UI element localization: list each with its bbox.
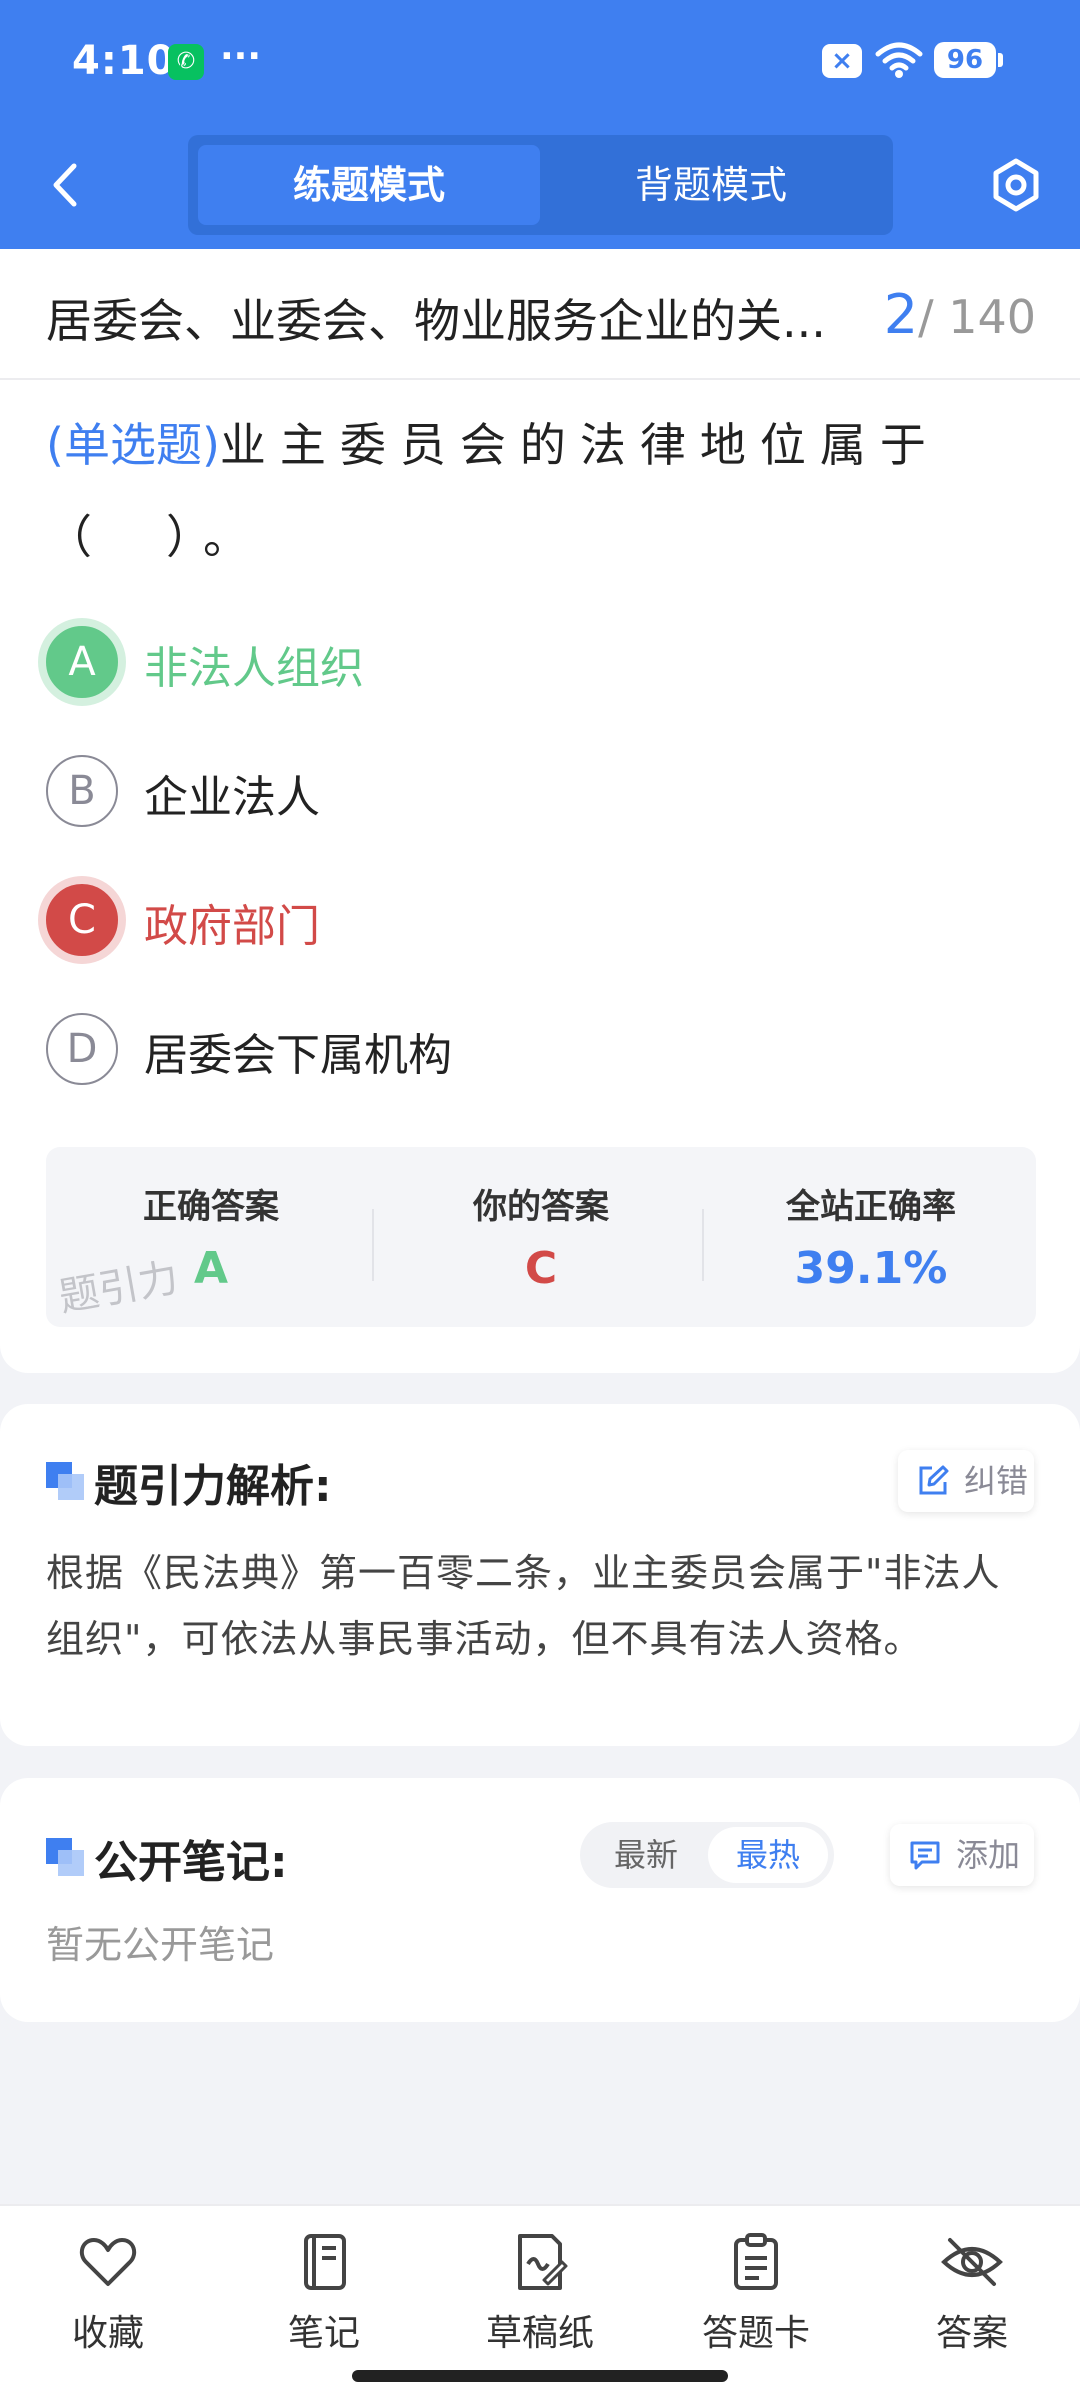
option-d[interactable]: D 居委会下属机构	[46, 1009, 1026, 1089]
comment-icon	[910, 1841, 940, 1870]
option-letter: D	[46, 1013, 118, 1085]
your-answer-value: C	[524, 1243, 558, 1294]
option-text: 政府部门	[144, 901, 320, 952]
tab-practice-mode[interactable]: 练题模式	[198, 145, 540, 225]
accuracy-rate-value: 39.1%	[794, 1243, 948, 1294]
analysis-text: 根据《民法典》第一百零二条，业主委员会属于"非法人组织"，可依法从事民事活动，但…	[46, 1551, 1001, 1661]
mode-switcher: 练题模式 背题模式	[188, 135, 893, 235]
question-card: 居委会、业委会、物业服务企业的关... 2/ 140 (单选题)业主委员会的法律…	[0, 249, 1080, 1373]
notes-label: 笔记	[287, 2313, 360, 2354]
draft-paper-button[interactable]: 草稿纸	[432, 2230, 648, 2370]
tab-memorize-mode[interactable]: 背题模式	[540, 145, 882, 225]
sort-latest-option[interactable]: 最新	[586, 1827, 706, 1883]
wifi-icon	[875, 42, 923, 78]
section-icon	[46, 1838, 84, 1876]
divider	[372, 1209, 374, 1281]
sort-hot-option[interactable]: 最热	[708, 1827, 828, 1883]
settings-icon[interactable]	[988, 155, 1044, 215]
no-sim-icon: ×	[822, 44, 862, 78]
favorite-button[interactable]: 收藏	[0, 2230, 216, 2370]
report-error-label: 纠错	[964, 1462, 1029, 1500]
clipboard-icon	[734, 2233, 778, 2290]
option-text: 非法人组织	[144, 643, 364, 694]
chapter-title: 居委会、业委会、物业服务企业的关...	[46, 294, 826, 348]
home-indicator[interactable]	[352, 2370, 728, 2382]
edit-icon	[919, 1465, 949, 1495]
analysis-title: 题引力解析:	[94, 1461, 332, 1512]
section-icon	[46, 1462, 84, 1500]
eye-off-icon	[941, 2238, 1003, 2286]
back-icon[interactable]	[40, 150, 90, 220]
notebook-icon	[304, 2234, 346, 2290]
notes-sort-toggle: 最新 最热	[580, 1822, 834, 1888]
correct-answer-label: 正确答案	[143, 1187, 279, 1227]
favorite-label: 收藏	[71, 2313, 144, 2354]
add-note-button[interactable]: 添加	[890, 1824, 1034, 1886]
question-header: 居委会、业委会、物业服务企业的关... 2/ 140	[0, 249, 1080, 380]
status-time: 4:10	[72, 38, 176, 84]
question-counter: 2/ 140	[884, 283, 1036, 346]
current-question-number: 2	[883, 283, 919, 346]
notes-title: 公开笔记:	[94, 1837, 288, 1888]
option-b[interactable]: B 企业法人	[46, 751, 1026, 831]
question-type-label: (单选题)	[46, 418, 220, 472]
answer-sheet-label: 答题卡	[701, 2313, 810, 2354]
wechat-icon: ✆	[168, 44, 204, 80]
show-answer-button[interactable]: 答案	[864, 2230, 1080, 2370]
option-letter: B	[46, 755, 118, 827]
answer-stats: 正确答案 A 你的答案 C 全站正确率 39.1% 题引力	[46, 1147, 1036, 1327]
notes-card: 公开笔记: 最新 最热 添加 暂无公开笔记	[0, 1778, 1080, 2022]
question-text: (单选题)业主委员会的法律地位属于（ ）。	[46, 399, 1036, 583]
status-bar: 4:10 ✆ ··· × 96	[0, 0, 1080, 120]
heart-icon	[79, 2238, 137, 2286]
add-note-label: 添加	[956, 1836, 1021, 1874]
accuracy-rate-label: 全站正确率	[786, 1187, 956, 1227]
more-notifications-icon: ···	[220, 36, 262, 77]
report-error-button[interactable]: 纠错	[898, 1450, 1034, 1512]
show-answer-label: 答案	[935, 2313, 1008, 2354]
divider	[702, 1209, 704, 1281]
answer-sheet-button[interactable]: 答题卡	[648, 2230, 864, 2370]
option-text: 企业法人	[144, 772, 320, 823]
battery-indicator: 96	[934, 42, 1003, 78]
your-answer-label: 你的答案	[473, 1187, 609, 1227]
option-c[interactable]: C 政府部门	[46, 880, 1026, 960]
accuracy-rate-stat: 全站正确率 39.1%	[706, 1147, 1036, 1327]
draft-paper-label: 草稿纸	[485, 2313, 594, 2354]
notes-button[interactable]: 笔记	[216, 2230, 432, 2370]
analysis-card: 题引力解析: 纠错 根据《民法典》第一百零二条，业主委员会属于"非法人组织"，可…	[0, 1404, 1080, 1746]
your-answer-stat: 你的答案 C	[376, 1147, 706, 1327]
total-questions: / 140	[918, 290, 1036, 344]
empty-notes-text: 暂无公开笔记	[46, 1923, 275, 1967]
option-letter: A	[46, 626, 118, 698]
option-a[interactable]: A 非法人组织	[46, 622, 1026, 702]
header: 4:10 ✆ ··· × 96 练题模式 背题模式	[0, 0, 1080, 249]
option-text: 居委会下属机构	[144, 1030, 452, 1081]
draft-icon	[518, 2234, 568, 2290]
option-letter: C	[46, 884, 118, 956]
